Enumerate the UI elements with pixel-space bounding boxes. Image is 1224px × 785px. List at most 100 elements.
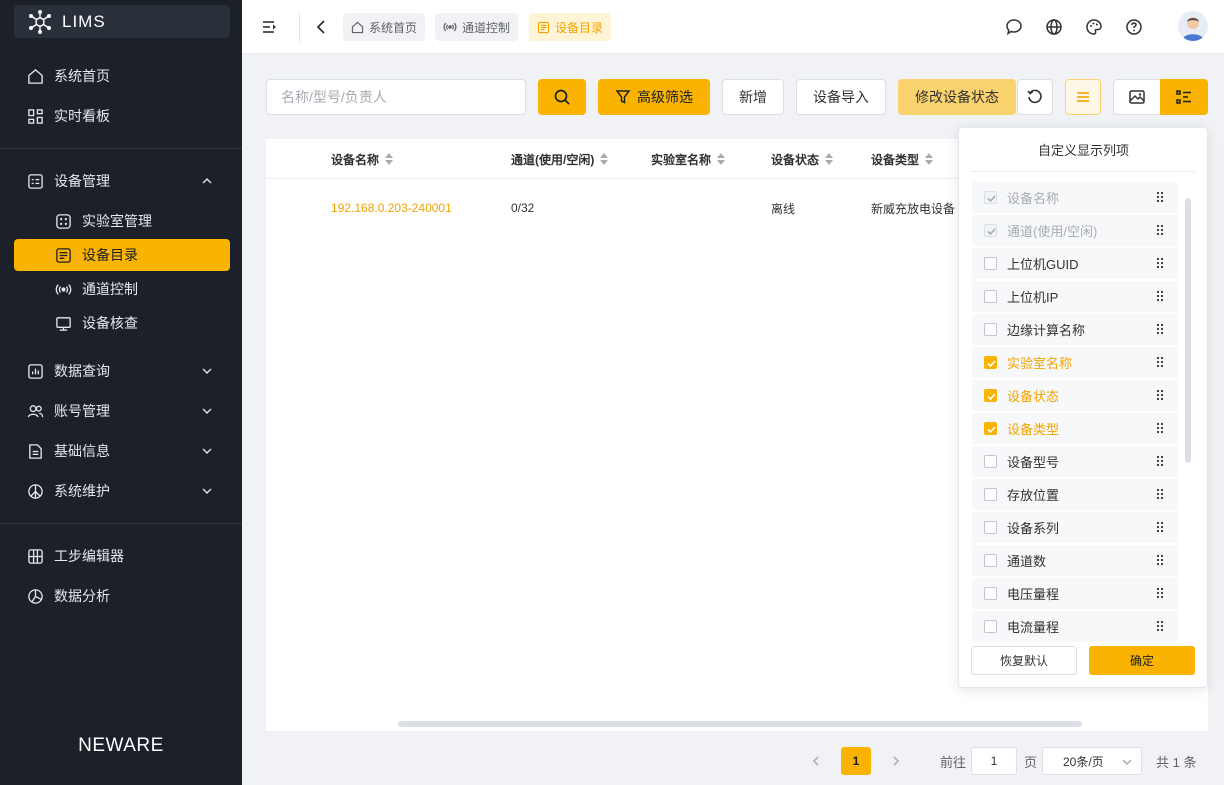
import-button[interactable]: 设备导入 bbox=[796, 79, 886, 115]
sidebar-item-basic-info[interactable]: 基础信息 bbox=[14, 435, 230, 467]
column-option[interactable]: 边缘计算名称 bbox=[972, 314, 1178, 345]
column-option[interactable]: 设备型号 bbox=[972, 446, 1178, 477]
goto-page-input[interactable] bbox=[971, 747, 1017, 775]
sort-icon[interactable] bbox=[925, 153, 934, 165]
checkbox[interactable] bbox=[984, 356, 997, 369]
sort-icon[interactable] bbox=[825, 153, 834, 165]
users-icon bbox=[26, 402, 44, 420]
column-header-device-type[interactable]: 设备类型 bbox=[871, 139, 934, 179]
page-size-value: 20条/页 bbox=[1063, 754, 1104, 769]
drag-handle-icon[interactable] bbox=[1156, 224, 1164, 236]
checkbox[interactable] bbox=[984, 290, 997, 303]
breadcrumb-label: 通道控制 bbox=[462, 20, 511, 35]
sidebar-item-label: 设备目录 bbox=[82, 247, 138, 263]
breadcrumb-channel-control[interactable]: 通道控制 bbox=[435, 13, 519, 41]
drag-handle-icon[interactable] bbox=[1156, 488, 1164, 500]
drag-handle-icon[interactable] bbox=[1156, 290, 1164, 302]
sidebar-item-device-catalog[interactable]: 设备目录 bbox=[14, 239, 230, 271]
reset-default-button[interactable]: 恢复默认 bbox=[971, 646, 1077, 675]
drag-handle-icon[interactable] bbox=[1156, 587, 1164, 599]
drag-handle-icon[interactable] bbox=[1156, 257, 1164, 269]
add-button[interactable]: 新增 bbox=[722, 79, 784, 115]
avatar[interactable] bbox=[1178, 11, 1208, 41]
horizontal-scrollbar[interactable] bbox=[398, 721, 1082, 727]
sidebar-item-data-analysis[interactable]: 数据分析 bbox=[14, 580, 230, 612]
breadcrumb-device-catalog[interactable]: 设备目录 bbox=[529, 13, 612, 41]
column-header-device-name[interactable]: 设备名称 bbox=[331, 139, 394, 179]
column-option[interactable]: 设备系列 bbox=[972, 512, 1178, 543]
checkbox[interactable] bbox=[984, 587, 997, 600]
drag-handle-icon[interactable] bbox=[1156, 191, 1164, 203]
search-button[interactable] bbox=[538, 79, 586, 115]
sort-icon[interactable] bbox=[717, 153, 726, 165]
column-option[interactable]: 电压量程 bbox=[972, 578, 1178, 609]
sort-icon[interactable] bbox=[600, 153, 609, 165]
signal-icon bbox=[54, 280, 72, 298]
column-option[interactable]: 电流量程 bbox=[972, 611, 1178, 642]
checkbox[interactable] bbox=[984, 521, 997, 534]
total-count: 共 1 条 bbox=[1156, 754, 1197, 770]
modify-status-button[interactable]: 修改设备状态 bbox=[898, 79, 1016, 115]
sidebar-item-account-management[interactable]: 账号管理 bbox=[14, 395, 230, 427]
column-option[interactable]: 实验室名称 bbox=[972, 347, 1178, 378]
prev-page-button[interactable] bbox=[802, 747, 830, 775]
drag-handle-icon[interactable] bbox=[1156, 620, 1164, 632]
drag-handle-icon[interactable] bbox=[1156, 521, 1164, 533]
column-header-device-status[interactable]: 设备状态 bbox=[771, 139, 834, 179]
drag-handle-icon[interactable] bbox=[1156, 356, 1164, 368]
column-option[interactable]: 设备状态 bbox=[972, 380, 1178, 411]
drag-handle-icon[interactable] bbox=[1156, 455, 1164, 467]
checkbox[interactable] bbox=[984, 488, 997, 501]
checkbox[interactable] bbox=[984, 455, 997, 468]
column-settings-button[interactable] bbox=[1065, 79, 1101, 115]
checkbox[interactable] bbox=[984, 620, 997, 633]
checkbox[interactable] bbox=[984, 554, 997, 567]
refresh-button[interactable] bbox=[1017, 79, 1053, 115]
advanced-filter-button[interactable]: 高级筛选 bbox=[598, 79, 710, 115]
catalog-icon bbox=[537, 21, 550, 34]
sidebar-item-channel-control[interactable]: 通道控制 bbox=[14, 273, 230, 305]
checkbox[interactable] bbox=[984, 422, 997, 435]
confirm-button[interactable]: 确定 bbox=[1089, 646, 1195, 675]
next-page-button[interactable] bbox=[882, 747, 910, 775]
column-option[interactable]: 设备类型 bbox=[972, 413, 1178, 444]
sidebar-item-home[interactable]: 系统首页 bbox=[14, 60, 230, 92]
column-option[interactable]: 上位机GUID bbox=[972, 248, 1178, 279]
checkbox[interactable] bbox=[984, 257, 997, 270]
help-icon[interactable] bbox=[1124, 17, 1144, 37]
column-option[interactable]: 存放位置 bbox=[972, 479, 1178, 510]
card-view-button[interactable] bbox=[1113, 79, 1161, 115]
checkbox[interactable] bbox=[984, 389, 997, 402]
page-number-current[interactable]: 1 bbox=[841, 747, 871, 775]
cell-device-name[interactable]: 192.168.0.203-240001 bbox=[331, 179, 452, 237]
chat-icon[interactable] bbox=[1004, 17, 1024, 37]
menu-toggle-icon[interactable] bbox=[260, 17, 280, 37]
page-size-select[interactable]: 20条/页 bbox=[1042, 747, 1142, 775]
checkbox[interactable] bbox=[984, 323, 997, 336]
sidebar-item-system-maintenance[interactable]: 系统维护 bbox=[14, 475, 230, 507]
drag-handle-icon[interactable] bbox=[1156, 422, 1164, 434]
sidebar-item-data-query[interactable]: 数据查询 bbox=[14, 355, 230, 387]
sidebar-item-dashboard[interactable]: 实时看板 bbox=[14, 100, 230, 132]
column-option[interactable]: 通道数 bbox=[972, 545, 1178, 576]
search-input[interactable] bbox=[266, 79, 526, 115]
column-option-label: 通道数 bbox=[1007, 554, 1047, 569]
palette-icon[interactable] bbox=[1084, 17, 1104, 37]
breadcrumb-home[interactable]: 系统首页 bbox=[343, 13, 426, 41]
sidebar-item-device-management[interactable]: 设备管理 bbox=[14, 165, 230, 197]
back-icon[interactable] bbox=[312, 17, 332, 37]
vertical-scrollbar[interactable] bbox=[1185, 198, 1191, 463]
list-view-button[interactable] bbox=[1160, 79, 1208, 115]
drag-handle-icon[interactable] bbox=[1156, 389, 1164, 401]
sort-icon[interactable] bbox=[385, 153, 394, 165]
sidebar-item-step-editor[interactable]: 工步编辑器 bbox=[14, 540, 230, 572]
sidebar-item-lab-management[interactable]: 实验室管理 bbox=[14, 205, 230, 237]
globe-icon[interactable] bbox=[1044, 17, 1064, 37]
app-logo[interactable]: LIMS bbox=[14, 5, 230, 38]
drag-handle-icon[interactable] bbox=[1156, 323, 1164, 335]
column-option[interactable]: 上位机IP bbox=[972, 281, 1178, 312]
sidebar-item-device-check[interactable]: 设备核查 bbox=[14, 307, 230, 339]
drag-handle-icon[interactable] bbox=[1156, 554, 1164, 566]
column-header-lab-name[interactable]: 实验室名称 bbox=[651, 139, 726, 179]
column-header-channels[interactable]: 通道(使用/空闲) bbox=[511, 139, 609, 179]
